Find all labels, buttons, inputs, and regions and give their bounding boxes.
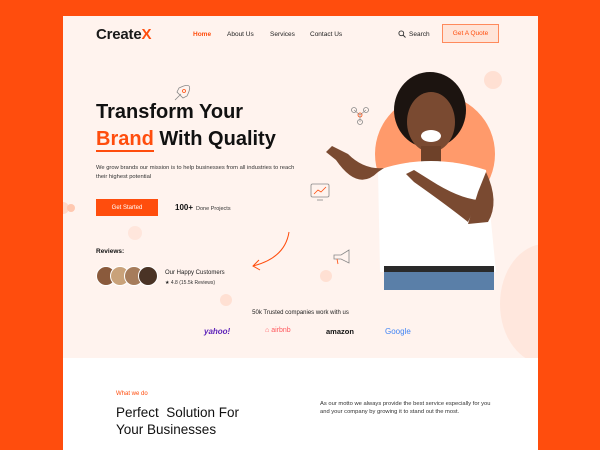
- search-button[interactable]: Search: [398, 30, 430, 38]
- decorative-circle: [220, 294, 232, 306]
- section-title-line-2: Your Businesses: [116, 422, 217, 437]
- search-label: Search: [409, 30, 430, 38]
- rating-text: 4.8 (15.5k Reviews): [170, 280, 216, 286]
- happy-customers-label: Our Happy Customers: [165, 270, 225, 276]
- google-logo: Google: [385, 327, 411, 336]
- nav-item-about-us[interactable]: About Us: [227, 31, 254, 38]
- done-projects-count: 100+: [175, 203, 194, 212]
- hero-title-brand-word: Brand: [96, 128, 154, 152]
- reviews-title: Reviews:: [96, 248, 125, 255]
- decorative-circle: [128, 226, 142, 240]
- hero-section: CreateX Home About Us Services Contact U…: [63, 16, 538, 358]
- logo-text: Create: [96, 26, 142, 43]
- section-eyebrow: What we do: [116, 391, 148, 397]
- get-started-button[interactable]: Get Started: [96, 199, 158, 216]
- hero-title-line-2: Brand With Quality: [96, 127, 276, 152]
- logo[interactable]: CreateX: [96, 26, 152, 43]
- star-icon: ★: [165, 280, 170, 286]
- nav-item-services[interactable]: Services: [270, 31, 295, 38]
- landing-page-card: CreateX Home About Us Services Contact U…: [63, 16, 538, 450]
- nav-item-home[interactable]: Home: [193, 31, 211, 38]
- logo-accent: X: [141, 26, 152, 43]
- airbnb-logo-text: airbnb: [271, 327, 291, 334]
- decorative-circle: [67, 204, 75, 212]
- section-title: Perfect Solution For Your Businesses: [116, 404, 239, 438]
- section-paragraph: As our motto we always provide the best …: [320, 401, 491, 415]
- hero-title-line-2-rest: With Quality: [153, 128, 276, 150]
- get-a-quote-button[interactable]: Get A Quote: [442, 24, 499, 43]
- section-title-line-1: Perfect Solution For: [116, 405, 240, 420]
- airbnb-icon: ⌂: [265, 327, 270, 334]
- analytics-icon: [310, 183, 330, 201]
- search-icon: [398, 30, 406, 38]
- amazon-logo: amazon: [326, 327, 354, 336]
- hero-title-line-1: Transform Your: [96, 101, 244, 123]
- done-projects-label: Done Projects: [196, 206, 231, 212]
- rating-row: ★ 4.8 (15.5k Reviews): [165, 280, 215, 286]
- hero-subtitle: We grow brands our mission is to help bu…: [96, 165, 295, 180]
- arrow-doodle-icon: [252, 231, 290, 271]
- yahoo-logo: yahoo!: [204, 327, 231, 336]
- nav-item-contact-us[interactable]: Contact Us: [310, 31, 342, 38]
- done-projects-stat: 100+ Done Projects: [175, 203, 231, 212]
- network-icon: [351, 107, 369, 125]
- megaphone-icon: [333, 249, 350, 265]
- airbnb-logo: ⌂ airbnb: [265, 327, 291, 334]
- avatar: [138, 266, 158, 286]
- trusted-companies-title: 50k Trusted companies work with us: [252, 310, 349, 316]
